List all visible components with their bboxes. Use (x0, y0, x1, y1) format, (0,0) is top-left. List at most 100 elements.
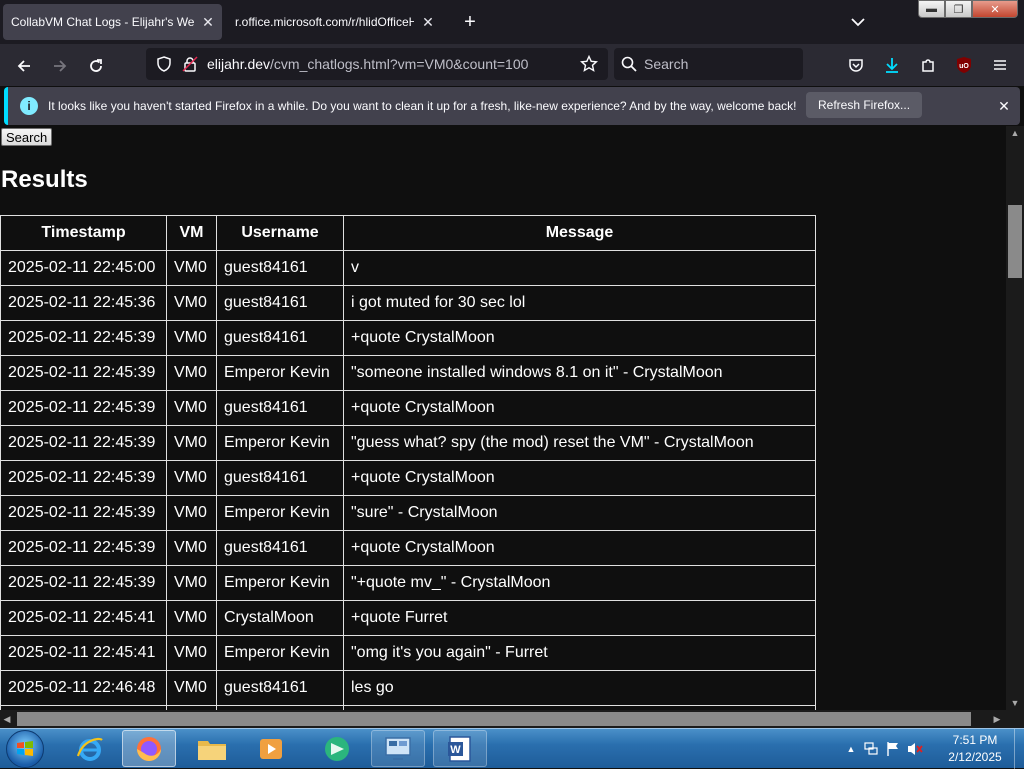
url-bar[interactable]: elijahr.dev/cvm_chatlogs.html?vm=VM0&cou… (146, 48, 608, 80)
close-tab-icon[interactable]: ✕ (418, 12, 438, 32)
network-icon[interactable] (860, 741, 882, 757)
system-tray: ▲ (842, 729, 926, 769)
cell-username: Emperor Kevin (216, 425, 344, 461)
vertical-scroll-thumb[interactable] (1008, 205, 1022, 278)
windows-taskbar: W ▲ 7:51 PM 2/12/2025 (0, 728, 1024, 769)
table-body: 2025-02-11 22:45:00 VM0 guest84161 v 2025-02… (0, 250, 816, 710)
scroll-left-arrow-icon[interactable]: ◀ (0, 710, 14, 728)
clock-date: 2/12/2025 (948, 750, 1002, 764)
table-row: 2025-02-11 22:45:39 VM0 guest84161 +quote C… (0, 460, 816, 496)
firefox-taskbar-icon[interactable] (122, 730, 176, 767)
media-player-icon[interactable] (244, 730, 298, 767)
url-host: elijahr.dev (207, 56, 271, 72)
cell-message: v (343, 250, 816, 286)
navigation-toolbar: elijahr.dev/cvm_chatlogs.html?vm=VM0&cou… (0, 44, 1024, 86)
table-header-row: Timestamp VM Username Message (0, 215, 816, 251)
action-center-flag-icon[interactable] (882, 741, 904, 757)
tab-strip: CollabVM Chat Logs - Elijahr's Web ✕ r.o… (0, 0, 1024, 44)
forward-icon[interactable] (46, 52, 74, 80)
reload-icon[interactable] (82, 52, 110, 80)
cell-message: les go (343, 670, 816, 706)
volume-muted-icon[interactable] (904, 741, 926, 757)
cell-username: guest84161 (216, 390, 344, 426)
new-tab-icon[interactable]: + (457, 8, 483, 36)
cell-vm: VM0 (166, 495, 217, 531)
cell-timestamp: 2025-02-11 22:45:39 (0, 460, 167, 496)
tracking-protection-shield-icon[interactable] (151, 51, 177, 77)
cell-message: "someone installed windows 8.1 on it" - … (343, 355, 816, 391)
cell-vm: VM0 (166, 600, 217, 636)
table-row: 2025-02-11 22:45:36 VM0 guest84161 i got mu… (0, 285, 816, 321)
svg-text:uO: uO (959, 63, 969, 70)
minimize-icon[interactable]: ▬ (918, 0, 945, 18)
cell-message: +quote CrystalMoon (343, 320, 816, 356)
bookmark-star-icon[interactable] (576, 51, 602, 77)
cell-username: guest84161 (216, 460, 344, 496)
show-hidden-icons-icon[interactable]: ▲ (842, 744, 860, 754)
cell-vm: VM0 (166, 285, 217, 321)
close-tab-icon[interactable]: ✕ (198, 12, 218, 32)
vertical-scrollbar[interactable]: ▲ ▼ (1006, 126, 1024, 710)
table-row: 2025-02-11 22:45:39 VM0 Emperor Kevin "sure… (0, 495, 816, 531)
chat-log-table: Timestamp VM Username Message 2025-02-11… (0, 215, 816, 710)
close-window-icon[interactable]: ✕ (972, 0, 1018, 18)
remote-desktop-icon[interactable] (371, 730, 425, 767)
cell-vm: VM0 (166, 250, 217, 286)
cell-timestamp: 2025-02-11 22:45:39 (0, 355, 167, 391)
cell-vm: VM0 (166, 425, 217, 461)
cell-timestamp: 2025-02-11 22:45:41 (0, 600, 167, 636)
collabvm-app-icon[interactable] (310, 730, 364, 767)
extensions-icon[interactable] (915, 52, 941, 78)
cell-message: +quote CrystalMoon (343, 530, 816, 566)
internet-explorer-icon[interactable] (63, 730, 117, 767)
cell-username: guest84161 (216, 670, 344, 706)
table-row: 2025-02-11 22:45:39 VM0 guest84161 +quote C… (0, 390, 816, 426)
taskbar-clock[interactable]: 7:51 PM 2/12/2025 (940, 732, 1010, 766)
file-explorer-folder-icon[interactable] (185, 730, 239, 767)
tab-label: r.office.microsoft.com/r/hlidOfficeH (235, 15, 414, 29)
tab-collabvm-chat-logs[interactable]: CollabVM Chat Logs - Elijahr's Web ✕ (3, 4, 222, 40)
start-button-windows-icon[interactable] (6, 730, 44, 768)
cell-timestamp: 2025-02-11 22:45:39 (0, 495, 167, 531)
pocket-icon[interactable] (843, 52, 869, 78)
refresh-firefox-button[interactable]: Refresh Firefox... (806, 92, 923, 118)
column-header-message: Message (343, 215, 816, 251)
menu-icon[interactable] (987, 52, 1013, 78)
cell-vm: VM0 (166, 460, 217, 496)
horizontal-scroll-thumb[interactable] (17, 712, 971, 726)
cell-timestamp: 2025-02-11 22:45:00 (0, 250, 167, 286)
search-button[interactable]: Search (1, 128, 53, 146)
clock-time: 7:51 PM (952, 733, 998, 747)
search-icon (614, 56, 644, 72)
close-notification-icon[interactable]: ✕ (994, 96, 1014, 116)
table-row: 2025-02-11 22:45:39 VM0 guest84161 +quote C… (0, 530, 816, 566)
back-icon[interactable] (10, 52, 38, 80)
scroll-down-arrow-icon[interactable]: ▼ (1006, 696, 1024, 710)
cell-message: +quote CrystalMoon (343, 390, 816, 426)
horizontal-scrollbar[interactable]: ◀ ▶ (0, 710, 1024, 728)
cell-timestamp: 2025-02-11 22:45:39 (0, 320, 167, 356)
maximize-icon[interactable]: ❐ (945, 0, 972, 18)
scroll-right-arrow-icon[interactable]: ▶ (990, 710, 1004, 728)
ublock-icon[interactable]: uO (951, 52, 977, 78)
tab-office-microsoft[interactable]: r.office.microsoft.com/r/hlidOfficeH ✕ (224, 4, 442, 40)
table-row: 2025-02-11 22:45:39 VM0 Emperor Kevin "+quo… (0, 565, 816, 601)
microsoft-word-icon[interactable]: W (433, 730, 487, 767)
cell-timestamp: 2025-02-11 22:45:39 (0, 390, 167, 426)
table-row: 2025-02-11 22:45:39 VM0 guest84161 +quote C… (0, 320, 816, 356)
column-header-vm: VM (166, 215, 217, 251)
download-icon[interactable] (879, 52, 905, 78)
cell-timestamp: 2025-02-11 22:45:39 (0, 530, 167, 566)
list-all-tabs-icon[interactable] (846, 10, 870, 34)
column-header-username: Username (216, 215, 344, 251)
cell-username: guest84161 (216, 530, 344, 566)
insecure-lock-icon[interactable] (177, 51, 203, 77)
cell-vm: VM0 (166, 565, 217, 601)
refresh-firefox-notification: i It looks like you haven't started Fire… (4, 87, 1020, 125)
show-desktop-button[interactable] (1014, 729, 1024, 769)
cell-message: "guess what? spy (the mod) reset the VM"… (343, 425, 816, 461)
scroll-up-arrow-icon[interactable]: ▲ (1006, 126, 1024, 140)
cell-vm: VM0 (166, 670, 217, 706)
table-row: 2025-02-11 22:45:41 VM0 CrystalMoon +quote … (0, 600, 816, 636)
search-bar[interactable]: Search (614, 48, 803, 80)
